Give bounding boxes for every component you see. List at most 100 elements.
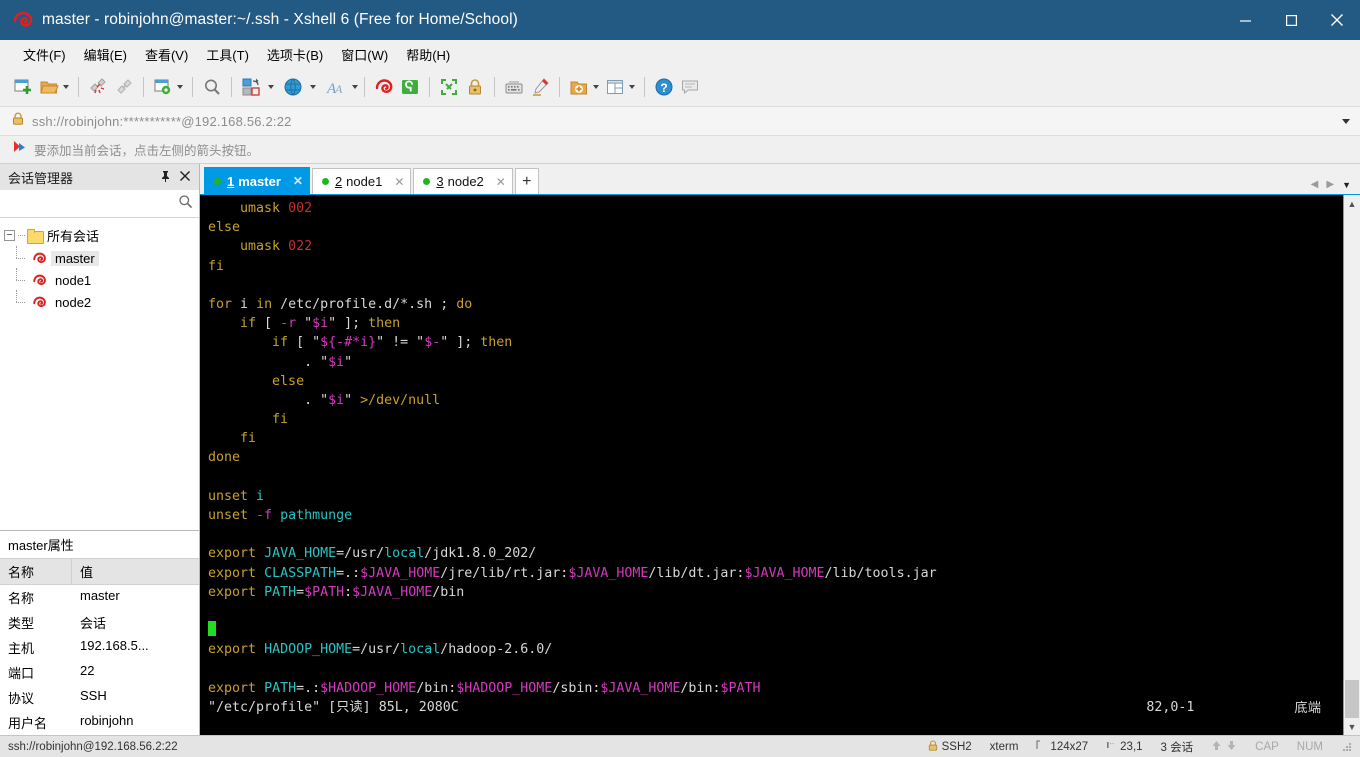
terminal-text: $JAVA_HOME <box>352 584 433 600</box>
keyboard-button[interactable] <box>501 73 527 101</box>
pin-icon[interactable] <box>160 170 171 184</box>
menu-help[interactable]: 帮助(H) <box>397 41 459 68</box>
terminal-text: /sbin: <box>552 680 601 696</box>
chevron-down-icon[interactable] <box>63 85 69 89</box>
chevron-right-icon[interactable]: ▶ <box>1326 179 1334 190</box>
close-button[interactable] <box>1314 0 1360 40</box>
tab-bar: 1 master ✕ 2 node1 ✕ 3 node2 ✕ + ◀ ▶ ▼ <box>200 164 1360 194</box>
chevron-down-icon[interactable] <box>310 85 316 89</box>
arrow-down-icon <box>1226 740 1237 754</box>
chevron-down-icon[interactable]: ▼ <box>1342 180 1351 190</box>
search-icon <box>205 79 220 95</box>
new-tab-button[interactable]: + <box>514 168 539 194</box>
session-item-master[interactable]: master <box>0 246 199 269</box>
chevron-down-icon[interactable] <box>629 85 635 89</box>
tab-number: 3 <box>436 174 444 189</box>
toolbar-separator <box>494 77 495 97</box>
scrollbar-track[interactable] <box>1344 212 1360 718</box>
chevron-down-icon[interactable] <box>268 85 274 89</box>
comment-icon <box>682 80 698 94</box>
tab-label: node1 <box>346 174 383 189</box>
terminal-text: " <box>344 392 361 408</box>
minimize-button[interactable] <box>1222 0 1268 40</box>
address-value[interactable]: ssh://robinjohn:***********@192.168.56.2… <box>32 114 292 129</box>
tab-number: 1 <box>227 173 235 189</box>
reconnect-button[interactable] <box>111 73 137 101</box>
terminal-text: " != " <box>376 335 425 351</box>
chevron-down-icon[interactable] <box>593 85 599 89</box>
property-name: 类型 <box>8 616 35 631</box>
terminal-line <box>208 621 1343 640</box>
find-button[interactable] <box>199 73 225 101</box>
menu-tools[interactable]: 工具(T) <box>197 41 258 68</box>
web-button[interactable] <box>280 73 306 101</box>
fullscreen-button[interactable] <box>436 73 462 101</box>
xshell-button[interactable] <box>371 73 397 101</box>
chevron-down-icon[interactable] <box>177 85 183 89</box>
terminal-scrollbar[interactable]: ▲ ▼ <box>1343 195 1360 735</box>
lock-button[interactable] <box>462 73 488 101</box>
open-session-button[interactable] <box>36 73 72 101</box>
comment-button[interactable] <box>677 73 703 101</box>
close-icon[interactable] <box>180 171 190 183</box>
search-input[interactable] <box>6 196 178 211</box>
close-icon[interactable]: ✕ <box>496 175 506 189</box>
new-session-button[interactable] <box>10 73 36 101</box>
session-item-node2[interactable]: node2 <box>0 290 199 313</box>
terminal-screen[interactable]: umask 002 else umask 022 fi for i in /etc/p… <box>200 195 1343 735</box>
keyboard-icon <box>505 81 523 94</box>
tab-node2[interactable]: 3 node2 ✕ <box>413 168 513 194</box>
folder-icon <box>27 229 44 244</box>
tree-root-all-sessions[interactable]: − 所有会话 <box>0 224 199 247</box>
tab-master[interactable]: 1 master ✕ <box>204 167 310 194</box>
maximize-button[interactable] <box>1268 0 1314 40</box>
tab-label: node2 <box>447 174 484 189</box>
menu-window[interactable]: 窗口(W) <box>332 41 397 68</box>
terminal-line: unset i <box>208 487 1343 506</box>
resize-grip-icon[interactable] <box>1341 741 1352 752</box>
chevron-down-icon[interactable] <box>1342 118 1350 124</box>
chevron-down-icon[interactable]: ▼ <box>1344 718 1360 735</box>
terminal-text: export <box>208 565 257 581</box>
session-item-node1[interactable]: node1 <box>0 268 199 291</box>
disconnect-button[interactable] <box>85 73 111 101</box>
session-search-row[interactable] <box>0 190 199 218</box>
terminal-line: export PATH=$PATH:$JAVA_HOME/bin <box>208 583 1343 602</box>
menu-view[interactable]: 查看(V) <box>136 41 197 68</box>
help-button[interactable]: ? <box>651 73 677 101</box>
file-transfer-button[interactable] <box>238 73 264 101</box>
tab-node1[interactable]: 2 node1 ✕ <box>311 168 412 194</box>
close-icon[interactable]: ✕ <box>293 174 303 188</box>
terminal-text: " ]; <box>440 335 481 351</box>
session-manager-header: 会话管理器 <box>0 164 199 190</box>
session-icon <box>32 251 47 266</box>
menu-tabs[interactable]: 选项卡(B) <box>258 41 332 68</box>
font-button[interactable]: A A <box>322 73 348 101</box>
properties-header: 名称 值 <box>0 558 199 585</box>
scrollbar-thumb[interactable] <box>1345 680 1359 718</box>
menu-file[interactable]: 文件(F) <box>14 41 75 68</box>
toolbar-separator <box>429 77 430 97</box>
highlight-button[interactable] <box>527 73 553 101</box>
layout-button[interactable] <box>602 73 638 101</box>
terminal-text: /hadoop-2.6.0/ <box>440 642 553 658</box>
globe-icon <box>284 78 302 96</box>
add-to-folder-button[interactable] <box>566 73 602 101</box>
session-label: node2 <box>55 294 92 310</box>
terminal-text: $i <box>312 316 329 332</box>
address-bar[interactable]: ssh://robinjohn:***********@192.168.56.2… <box>0 106 1360 136</box>
close-icon[interactable]: ✕ <box>394 175 404 189</box>
menu-edit[interactable]: 编辑(E) <box>75 41 136 68</box>
property-value: 会话 <box>80 616 107 631</box>
chevron-left-icon[interactable]: ◀ <box>1311 179 1319 190</box>
xftp-button[interactable] <box>397 73 423 101</box>
chevron-up-icon[interactable]: ▲ <box>1344 195 1360 212</box>
chevron-down-icon[interactable] <box>352 85 358 89</box>
arrow-up-icon <box>1211 740 1222 754</box>
session-properties-button[interactable] <box>150 73 186 101</box>
expander-icon[interactable]: − <box>4 230 15 241</box>
search-icon[interactable] <box>178 194 193 214</box>
